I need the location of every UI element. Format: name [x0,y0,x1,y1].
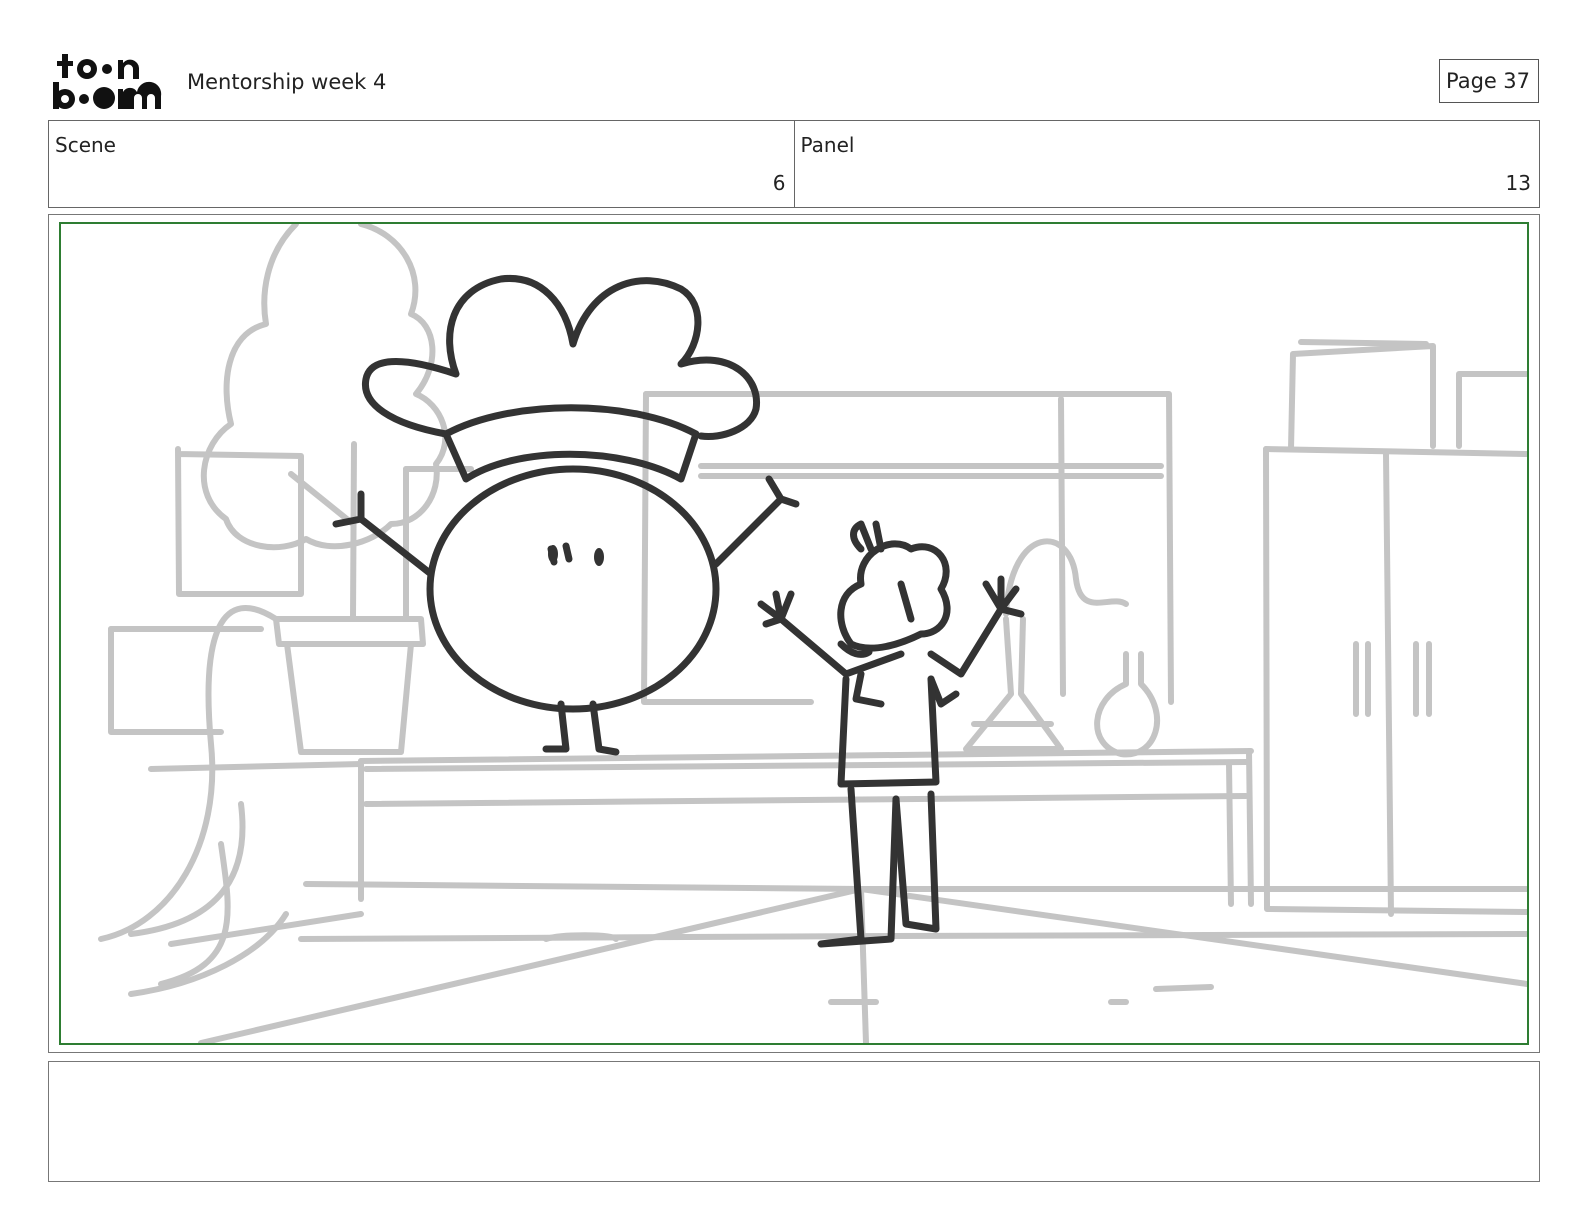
background-sketch [98,224,1527,1043]
page-number: 37 [1503,69,1530,93]
scene-cell: Scene 6 [49,121,794,207]
scene-value: 6 [772,171,786,195]
toonboom-logo-icon [53,54,162,109]
panel-notes [48,1061,1540,1182]
character-sketch [332,274,1025,948]
storyboard-panel [48,214,1540,1053]
scene-label: Scene [55,133,116,157]
scene-panel-info: Scene 6 Panel 13 [48,120,1540,208]
page-indicator: Page 37 [1439,59,1539,103]
document-title: Mentorship week 4 [187,70,387,94]
page-label: Page [1446,69,1497,93]
panel-cell: Panel 13 [793,121,1540,207]
panel-label: Panel [800,133,855,157]
panel-sketch [98,224,1527,1043]
panel-drawing-area [59,222,1529,1045]
panel-value: 13 [1505,171,1531,195]
